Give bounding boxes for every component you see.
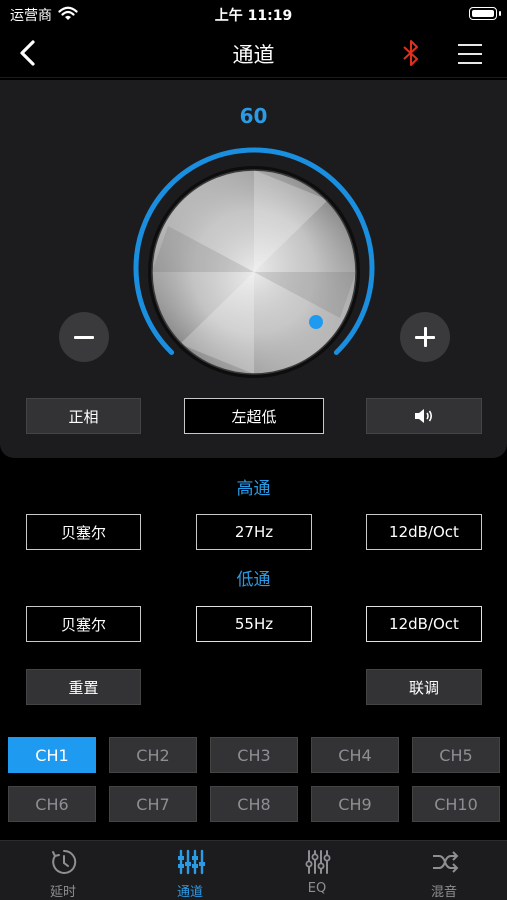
link-button[interactable]: 联调 bbox=[366, 669, 482, 705]
high-pass-frequency[interactable]: 27Hz bbox=[196, 514, 312, 550]
status-bar: 运营商 上午 11:19 bbox=[0, 0, 507, 28]
bluetooth-icon[interactable] bbox=[400, 38, 422, 68]
low-pass-frequency[interactable]: 55Hz bbox=[196, 606, 312, 642]
phase-button[interactable]: 正相 bbox=[26, 398, 141, 434]
tab-channel[interactable]: 通道 bbox=[127, 841, 253, 900]
eq-sliders-icon bbox=[305, 850, 331, 874]
channel-name-field[interactable]: 左超低 bbox=[184, 398, 324, 434]
volume-increase-button[interactable] bbox=[400, 312, 450, 362]
channel-button-ch2[interactable]: CH2 bbox=[109, 737, 197, 773]
speaker-icon bbox=[415, 409, 433, 423]
channel-button-ch8[interactable]: CH8 bbox=[210, 786, 298, 822]
channel-button-ch10[interactable]: CH10 bbox=[412, 786, 500, 822]
shuffle-icon bbox=[433, 851, 459, 873]
battery-icon bbox=[469, 7, 501, 20]
tab-label-channel: 通道 bbox=[176, 885, 203, 900]
volume-decrease-button[interactable] bbox=[59, 312, 109, 362]
high-pass-title: 高通 bbox=[236, 479, 271, 499]
mute-button[interactable] bbox=[366, 398, 482, 434]
channel-button-ch3[interactable]: CH3 bbox=[210, 737, 298, 773]
tab-eq[interactable]: EQ bbox=[254, 841, 380, 900]
channel-button-ch1[interactable]: CH1 bbox=[8, 737, 96, 773]
tab-label-eq: EQ bbox=[307, 881, 327, 896]
channel-button-ch6[interactable]: CH6 bbox=[8, 786, 96, 822]
channel-button-ch9[interactable]: CH9 bbox=[311, 786, 399, 822]
high-pass-slope[interactable]: 12dB/Oct bbox=[366, 514, 482, 550]
nav-bar: 通道 bbox=[0, 28, 507, 78]
status-time: 上午 11:19 bbox=[214, 8, 293, 24]
tab-label-mix: 混音 bbox=[430, 885, 457, 900]
tab-delay[interactable]: 延时 bbox=[0, 841, 126, 900]
volume-value: 60 bbox=[239, 104, 268, 128]
high-pass-filter-type[interactable]: 贝塞尔 bbox=[26, 514, 141, 550]
reset-button[interactable]: 重置 bbox=[26, 669, 141, 705]
tab-bar: 延时 通道 EQ 混音 bbox=[0, 840, 507, 900]
volume-knob[interactable] bbox=[128, 146, 380, 398]
clock-icon bbox=[52, 849, 77, 874]
channel-sliders-icon bbox=[178, 849, 205, 875]
channel-button-ch7[interactable]: CH7 bbox=[109, 786, 197, 822]
low-pass-filter-type[interactable]: 贝塞尔 bbox=[26, 606, 141, 642]
channel-button-ch5[interactable]: CH5 bbox=[412, 737, 500, 773]
minus-icon bbox=[74, 335, 94, 339]
low-pass-title: 低通 bbox=[236, 570, 271, 590]
menu-icon[interactable] bbox=[456, 40, 484, 66]
low-pass-slope[interactable]: 12dB/Oct bbox=[366, 606, 482, 642]
tab-label-delay: 延时 bbox=[49, 885, 76, 900]
tab-mix[interactable]: 混音 bbox=[381, 841, 507, 900]
channel-button-ch4[interactable]: CH4 bbox=[311, 737, 399, 773]
page-title: 通道 bbox=[232, 43, 275, 67]
